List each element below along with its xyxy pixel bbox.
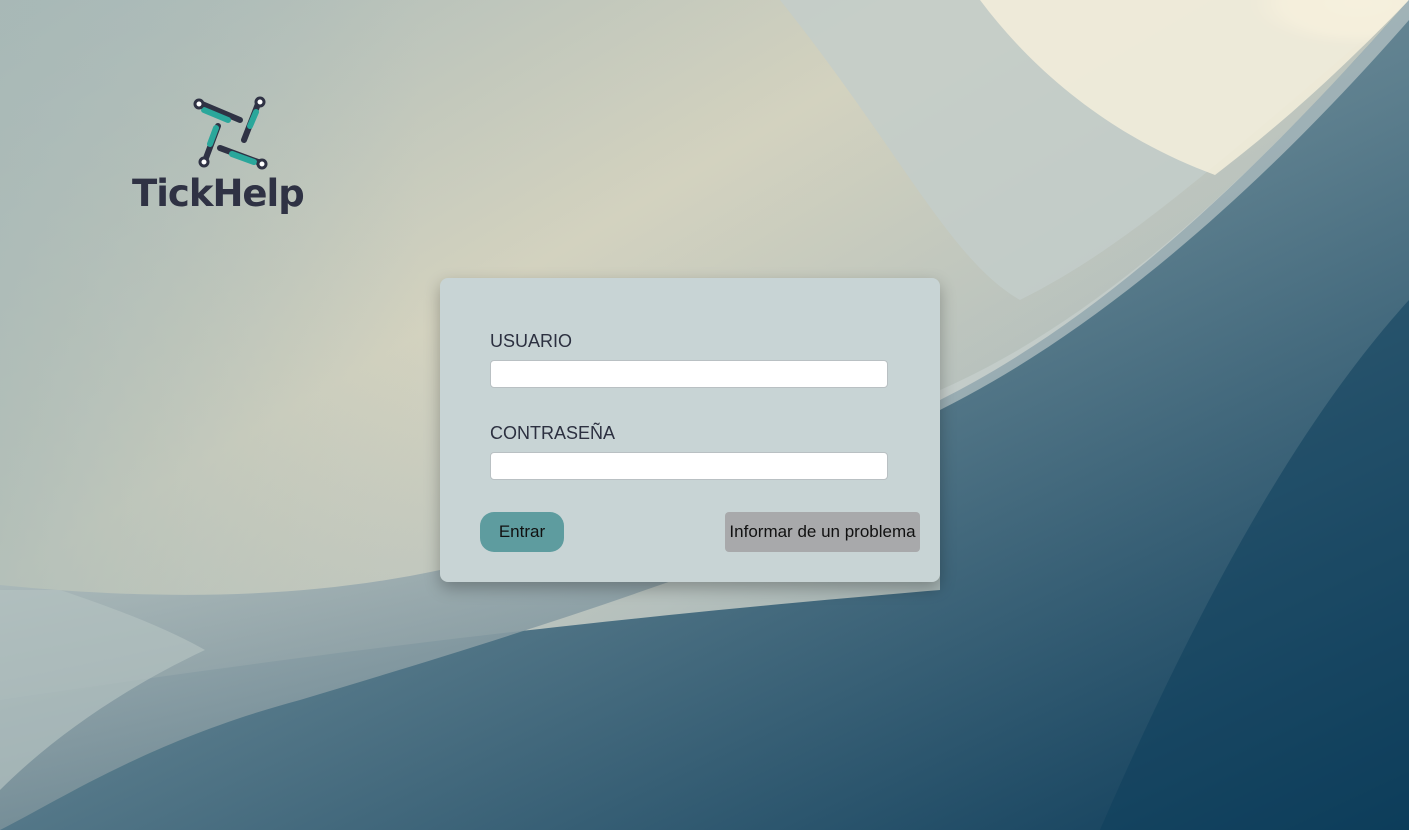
username-label: USUARIO: [490, 331, 573, 351]
username-input[interactable]: [490, 360, 888, 388]
report-problem-button[interactable]: Informar de un problema: [725, 512, 920, 552]
login-card: USUARIO CONTRASEÑA Entrar Informar de un…: [440, 278, 940, 582]
password-input[interactable]: [490, 452, 888, 480]
login-page: TickHelp USUARIO CONTRASEÑA Entrar Infor…: [0, 0, 1409, 830]
login-button[interactable]: Entrar: [480, 512, 564, 552]
tickhelp-logo: TickHelp: [130, 96, 305, 226]
password-label: CONTRASEÑA: [490, 423, 616, 443]
tickhelp-logo-icon: [193, 96, 268, 170]
brand-name: TickHelp: [132, 172, 305, 215]
